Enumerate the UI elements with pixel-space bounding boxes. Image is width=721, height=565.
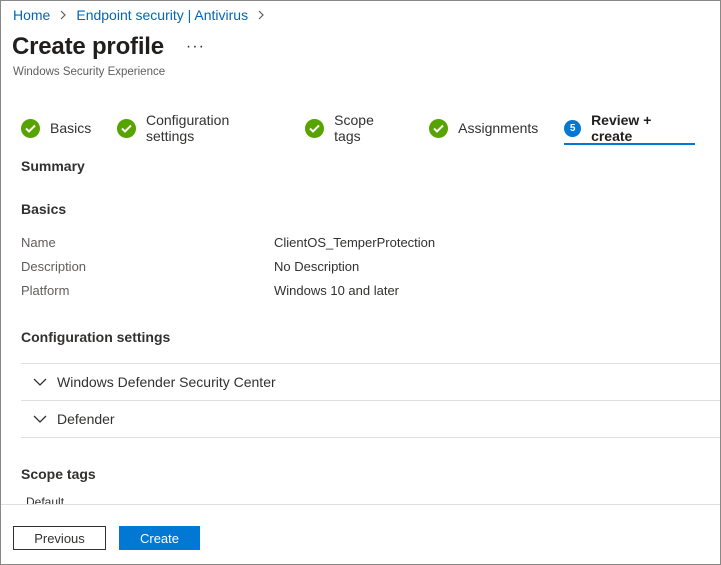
description-label: Description xyxy=(21,259,87,274)
platform-value: Windows 10 and later xyxy=(274,283,400,298)
more-options-button[interactable]: ··· xyxy=(186,39,205,55)
name-label: Name xyxy=(21,235,56,250)
step-label: Assignments xyxy=(458,120,539,136)
checkmark-circle-icon xyxy=(429,118,449,138)
chevron-down-icon xyxy=(32,411,48,427)
previous-button[interactable]: Previous xyxy=(13,526,106,550)
tab-configuration-settings[interactable]: Configuration settings xyxy=(117,112,279,144)
checkmark-circle-icon xyxy=(305,118,325,138)
accordion-defender[interactable]: Defender xyxy=(21,401,720,437)
tab-review-create[interactable]: 5 Review + create xyxy=(564,112,695,145)
accordion-windows-defender-security-center[interactable]: Windows Defender Security Center xyxy=(21,364,720,400)
summary-heading: Summary xyxy=(21,158,85,174)
step-number-badge: 5 xyxy=(564,119,582,137)
page-title: Create profile xyxy=(12,33,164,60)
tab-basics[interactable]: Basics xyxy=(21,116,91,140)
footer-bar: Previous Create xyxy=(1,504,720,564)
breadcrumb-endpoint-security[interactable]: Endpoint security | Antivirus xyxy=(76,7,248,23)
tab-assignments[interactable]: Assignments xyxy=(429,116,538,140)
basics-heading: Basics xyxy=(21,201,67,217)
checkmark-circle-icon xyxy=(117,118,136,138)
wizard-steps: Basics Configuration settings Scope tags… xyxy=(21,112,721,145)
configuration-settings-heading: Configuration settings xyxy=(21,329,171,345)
tab-scope-tags[interactable]: Scope tags xyxy=(305,112,403,144)
step-label: Review + create xyxy=(591,112,652,144)
chevron-right-icon xyxy=(59,8,67,23)
step-label: Configuration settings xyxy=(145,112,230,144)
divider xyxy=(21,437,720,438)
name-value: ClientOS_TemperProtection xyxy=(274,235,436,250)
accordion-label: Windows Defender Security Center xyxy=(57,374,276,390)
page-subtitle: Windows Security Experience xyxy=(13,66,166,78)
breadcrumb: Home Endpoint security | Antivirus xyxy=(13,7,274,23)
scope-tags-heading: Scope tags xyxy=(21,466,96,482)
step-label: Scope tags xyxy=(334,112,374,144)
platform-label: Platform xyxy=(21,283,70,298)
create-button[interactable]: Create xyxy=(119,526,200,550)
step-label: Basics xyxy=(50,120,92,136)
scope-tag-value: Default xyxy=(26,495,65,504)
title-row: Create profile ··· xyxy=(12,33,205,61)
accordion-label: Defender xyxy=(57,411,115,427)
chevron-down-icon xyxy=(32,374,48,390)
chevron-right-icon xyxy=(257,8,265,23)
breadcrumb-home[interactable]: Home xyxy=(13,7,50,23)
checkmark-circle-icon xyxy=(21,118,40,138)
description-value: No Description xyxy=(274,259,360,274)
